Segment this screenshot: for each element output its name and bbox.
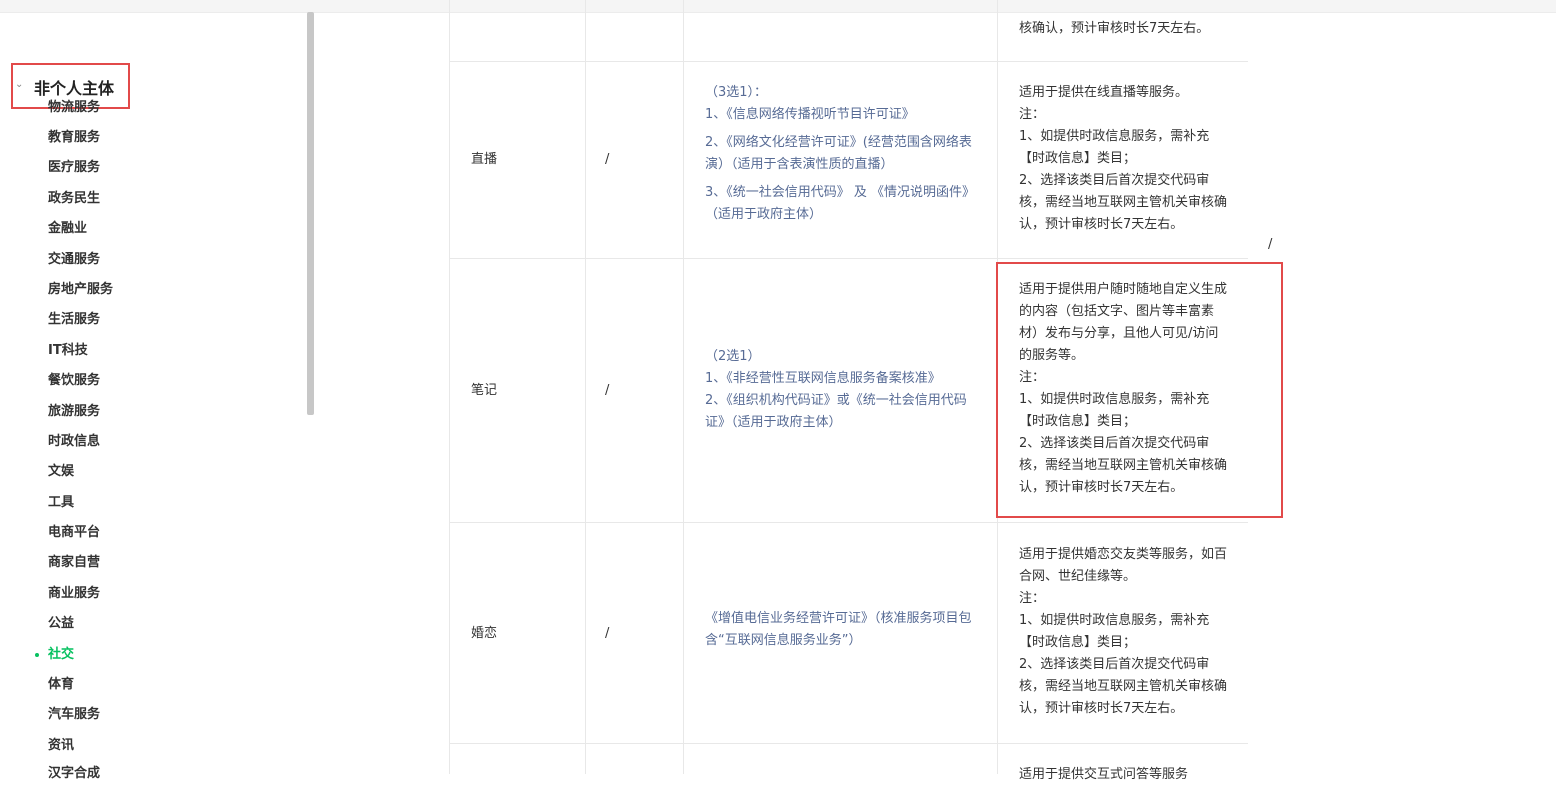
sidebar-item-social[interactable]: 社交	[35, 644, 74, 674]
sidebar-item-auto[interactable]: 汽车服务	[48, 704, 100, 734]
sidebar-item-ecommerce[interactable]: 电商平台	[48, 522, 100, 552]
table-cell-name: 婚恋	[471, 626, 498, 641]
table-border	[449, 0, 450, 774]
row-divider	[449, 258, 1248, 259]
sidebar-item-travel[interactable]: 旅游服务	[48, 401, 100, 431]
table-cell-desc: 核确认，预计审核时长7天左右。	[1019, 21, 1210, 36]
sidebar-item-catering[interactable]: 餐饮服务	[48, 370, 100, 400]
row-divider	[449, 743, 1248, 744]
sidebar-item-entertainment[interactable]: 文娱	[48, 461, 74, 491]
sidebar-item-it[interactable]: IT科技	[48, 340, 88, 370]
group-title: 非个人主体	[34, 79, 115, 98]
stray-slash: /	[1268, 237, 1273, 252]
sidebar-scrollbar[interactable]	[307, 12, 314, 415]
table-divider	[585, 0, 586, 774]
sidebar-item-life[interactable]: 生活服务	[48, 309, 100, 339]
table-cell-desc: 适用于提供在线直播等服务。 注： 1、如提供时政信息服务，需补充【时政信息】类目…	[1019, 85, 1228, 232]
sidebar-item-finance[interactable]: 金融业	[48, 218, 87, 248]
chevron-down-icon: ⌄	[15, 79, 24, 90]
sidebar-item-business[interactable]: 商业服务	[48, 583, 100, 613]
table-cell-name: 笔记	[471, 383, 498, 398]
table-cell-requirements: （3选1）： 1、《信息网络传播视听节目许可证》 2、《网络文化经营许可证》(经…	[705, 85, 972, 222]
sidebar-item-charity[interactable]: 公益	[48, 613, 74, 643]
table-cell-requirements: （2选1） 1、《非经营性互联网信息服务备案核准》 2、《组织机构代码证》或《统…	[705, 349, 967, 430]
table-cell-name: 直播	[471, 152, 498, 167]
highlight-box	[996, 262, 1283, 518]
category-sidebar: ⌄ 非个人主体	[0, 12, 310, 774]
table-cell-slash: /	[605, 383, 610, 398]
sidebar-item-partial[interactable]: 汉字合成	[48, 763, 100, 793]
sidebar-item-logistics[interactable]: 物流服务	[48, 97, 100, 127]
table-cell-desc: 适用于提供交互式问答等服务	[1019, 767, 1189, 782]
sidebar-item-politics[interactable]: 时政信息	[48, 431, 100, 461]
sidebar-item-real-estate[interactable]: 房地产服务	[48, 279, 113, 309]
sidebar-item-merchant[interactable]: 商家自营	[48, 552, 100, 582]
table-cell-slash: /	[605, 152, 610, 167]
sidebar-item-education[interactable]: 教育服务	[48, 127, 100, 157]
table-divider	[683, 0, 684, 774]
sidebar-item-government[interactable]: 政务民生	[48, 188, 100, 218]
sidebar-item-transport[interactable]: 交通服务	[48, 249, 100, 279]
row-divider	[449, 61, 1248, 62]
table-cell-desc: 适用于提供婚恋交友类等服务，如百合网、世纪佳缘等。 注： 1、如提供时政信息服务…	[1019, 547, 1228, 716]
sidebar-item-tools[interactable]: 工具	[48, 492, 74, 522]
row-divider	[449, 522, 1248, 523]
sidebar-item-sports[interactable]: 体育	[48, 674, 74, 704]
sidebar-item-news[interactable]: 资讯	[48, 735, 74, 765]
sidebar-item-medical[interactable]: 医疗服务	[48, 157, 100, 187]
active-dot-icon	[35, 653, 39, 657]
table-cell-slash: /	[605, 626, 610, 641]
table-cell-requirements: 《增值电信业务经营许可证》（核准服务项目包含“互联网信息服务业务”）	[705, 611, 972, 648]
